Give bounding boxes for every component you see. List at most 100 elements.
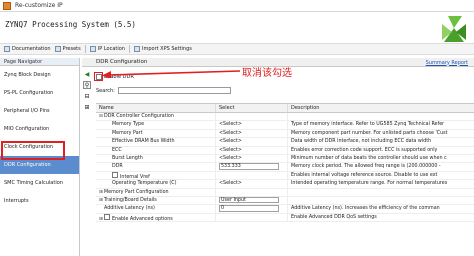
search-icon[interactable]: ⚲ xyxy=(83,81,91,89)
row-description-cell: Enables internal voltage reference sourc… xyxy=(291,172,438,178)
import-icon xyxy=(133,46,140,52)
row-select-cell[interactable]: <Select> xyxy=(216,138,288,146)
column-header-description[interactable]: Description xyxy=(288,104,474,112)
nav-item-interrupts[interactable]: Interrupts xyxy=(0,192,79,210)
row-checkbox[interactable] xyxy=(104,213,110,220)
nav-item-peripheral-io-pins[interactable]: Peripheral I/O Pins xyxy=(0,102,79,120)
nav-item-smc-timing-calculation[interactable]: SMC Timing Calculation xyxy=(0,174,79,192)
table-row[interactable]: Memory Type <Select> Type of memory interf… xyxy=(96,121,474,130)
toolbar: Documentation Presets IP Location Import… xyxy=(0,43,474,55)
row-select-cell[interactable]: 0 xyxy=(216,205,288,213)
row-description-cell: Enable Advanced DDR QoS settings xyxy=(291,214,377,220)
row-description-cell: Minimum number of data beats the control… xyxy=(291,155,447,161)
column-header-select[interactable]: Select xyxy=(216,104,288,112)
row-name-cell: ⊞ Enable Advanced options xyxy=(96,213,216,222)
row-name-text: Memory Type xyxy=(112,122,145,128)
table-row[interactable]: Internal Vref Enables internal voltage re… xyxy=(96,171,474,181)
row-value-input[interactable]: User Input xyxy=(219,196,279,204)
row-select-value: <Select> xyxy=(219,181,242,187)
presets-button[interactable]: Presets xyxy=(54,46,81,52)
row-name-text: DDR xyxy=(112,164,123,170)
book-icon xyxy=(4,46,10,52)
back-arrow-icon[interactable]: ◀ xyxy=(83,70,91,78)
app-icon xyxy=(3,1,11,10)
ddr-configuration-panel: DDR Configuration Summary Report ◀ ⚲ ⊟ ⊞… xyxy=(82,58,474,256)
row-select-cell[interactable]: <Select> xyxy=(216,129,288,138)
row-select-value: <Select> xyxy=(219,139,242,145)
row-name-cell: ⊞Training/Board Details xyxy=(96,196,216,205)
row-name-text: Memory Part xyxy=(112,130,143,136)
row-select-value: <Select> xyxy=(219,155,242,161)
row-description-cell: Enables error correction code support. E… xyxy=(291,147,438,153)
row-name-cell: Internal Vref xyxy=(96,171,216,180)
folder-icon xyxy=(89,46,96,52)
row-description-cell: Memory clock period. The allowed freq ra… xyxy=(291,164,441,170)
import-xps-label: Import XPS Settings xyxy=(141,46,192,52)
summary-report-link[interactable]: Summary Report xyxy=(426,60,468,66)
system-title: ZYNQ7 Processing System (5.5) xyxy=(5,20,136,29)
row-name-cell: ⊟DDR Controller Configuration xyxy=(96,113,216,121)
nav-item-mio-configuration[interactable]: MIO Configuration xyxy=(0,120,79,138)
side-toolbar: ◀ ⚲ ⊟ ⊞ xyxy=(83,70,93,114)
row-name-cell: Memory Part xyxy=(96,129,216,138)
row-name-cell: ⊞Memory Part Configuration xyxy=(96,188,216,196)
row-name-text: Enable Advanced options xyxy=(112,216,173,222)
row-description-cell: Additive Latency (ns). Increases the eff… xyxy=(291,206,440,212)
row-description-cell: Memory component part number. For unlist… xyxy=(291,130,448,136)
row-select-cell[interactable]: <Select> xyxy=(216,146,288,154)
nav-item-zynq-block-design[interactable]: Zynq Block Design xyxy=(0,66,79,84)
table-row[interactable]: Memory Part <Select> Memory component part… xyxy=(96,129,474,139)
ddr-parameters-table: Name Select Description ⊟DDR Controller … xyxy=(96,103,474,256)
row-name-cell: DDR xyxy=(96,163,216,171)
collapse-icon[interactable]: ⊟ xyxy=(83,92,91,100)
documentation-label: Documentation xyxy=(12,46,51,52)
page-navigator: Page Navigator Zynq Block Design PS-PL C… xyxy=(0,58,80,256)
row-description-cell: Data width of DDR interface, not includi… xyxy=(291,139,432,145)
row-name-text: Operating Temperature (C) xyxy=(112,181,177,187)
table-row[interactable]: Operating Temperature (C) <Select> Intende… xyxy=(96,180,474,189)
row-name-text: Burst Length xyxy=(112,155,143,161)
row-select-cell[interactable]: <Select> xyxy=(216,154,288,163)
table-row[interactable]: Effective DRAM Bus Width <Select> Data wid… xyxy=(96,138,474,147)
table-row[interactable]: ⊞Training/Board Details User Input xyxy=(96,196,474,206)
row-checkbox[interactable] xyxy=(112,171,118,178)
toolbar-divider xyxy=(84,45,86,53)
row-name-cell: Effective DRAM Bus Width xyxy=(96,138,216,146)
header: ZYNQ7 Processing System (5.5) xyxy=(0,12,474,42)
annotation-text: 取消该勾选 xyxy=(242,68,292,79)
row-name-text: Additive Latency (ns) xyxy=(104,206,155,212)
search-input[interactable] xyxy=(117,87,231,94)
row-value-input[interactable]: 533.333 xyxy=(219,163,279,170)
row-name-text: DDR Controller Configuration xyxy=(104,114,174,119)
row-select-cell[interactable]: 533.333 xyxy=(216,163,288,171)
row-select-cell[interactable]: <Select> xyxy=(216,180,288,188)
annotation-arrow-icon xyxy=(102,70,241,78)
table-row[interactable]: ⊟DDR Controller Configuration xyxy=(96,113,474,122)
row-name-text: ECC xyxy=(112,147,122,153)
row-select-value: <Select> xyxy=(219,122,242,128)
table-row[interactable]: Additive Latency (ns) 0 Additive Latency (… xyxy=(96,205,474,214)
window-title: Re-customize IP xyxy=(15,2,63,9)
table-row[interactable]: ⊞ Enable Advanced options Enable Advanced … xyxy=(96,213,474,223)
table-row[interactable]: ECC <Select> Enables error correction code… xyxy=(96,146,474,155)
window-titlebar: Re-customize IP xyxy=(0,0,474,12)
row-select-cell[interactable]: <Select> xyxy=(216,121,288,129)
nav-item-ps-pl-configuration[interactable]: PS-PL Configuration xyxy=(0,84,79,102)
row-select-cell[interactable]: User Input xyxy=(216,196,288,205)
documentation-button[interactable]: Documentation xyxy=(4,46,51,52)
toolbar-divider xyxy=(128,45,130,53)
expand-icon[interactable]: ⊞ xyxy=(83,103,91,111)
row-description-cell xyxy=(288,189,474,196)
table-row[interactable]: Burst Length <Select> Minimum number of da… xyxy=(96,154,474,164)
import-xps-button[interactable]: Import XPS Settings xyxy=(133,46,192,52)
row-value-input[interactable]: 0 xyxy=(219,205,279,212)
ip-location-button[interactable]: IP Location xyxy=(89,46,125,52)
table-row[interactable]: ⊞Memory Part Configuration xyxy=(96,188,474,197)
column-header-name[interactable]: Name xyxy=(96,104,216,112)
table-row[interactable]: DDR 533.333 Memory clock period. The allow… xyxy=(96,163,474,172)
row-select-cell xyxy=(216,213,288,222)
row-name-cell: Additive Latency (ns) xyxy=(96,205,216,213)
ip-location-label: IP Location xyxy=(97,46,125,52)
search-row: Search: xyxy=(96,87,231,94)
row-name-cell: Memory Type xyxy=(96,121,216,129)
